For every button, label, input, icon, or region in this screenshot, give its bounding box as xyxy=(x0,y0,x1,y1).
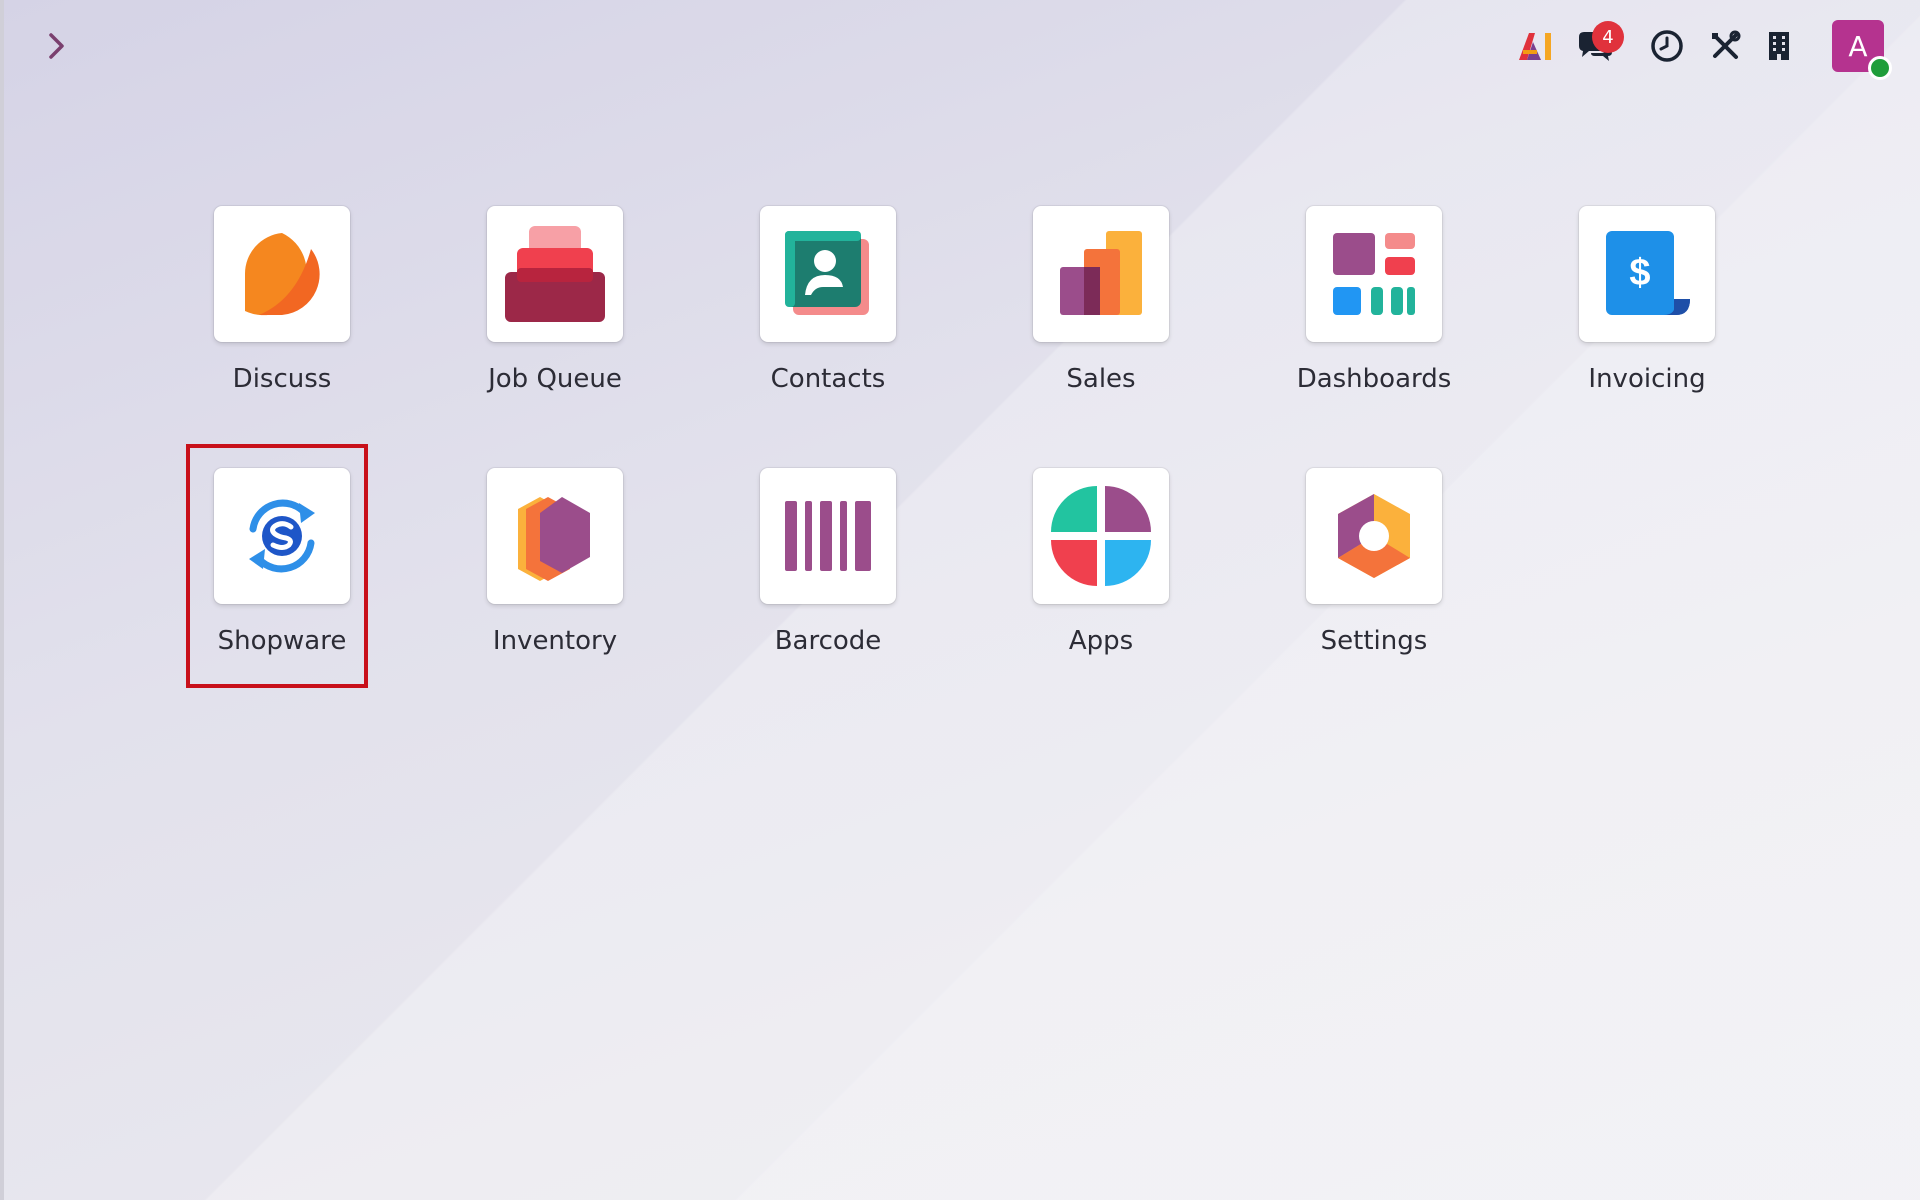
svg-text:$: $ xyxy=(1629,252,1650,294)
sales-icon xyxy=(1060,231,1142,315)
apps-icon xyxy=(1051,486,1151,586)
app-contacts[interactable]: Contacts xyxy=(728,196,928,426)
app-label: Dashboards xyxy=(1296,364,1452,394)
app-inventory[interactable]: Inventory xyxy=(455,458,655,688)
barcode-icon xyxy=(785,501,871,571)
app-apps[interactable]: Apps xyxy=(1001,458,1201,688)
app-job-queue[interactable]: Job Queue xyxy=(455,196,655,426)
app-icon-tile xyxy=(487,206,623,342)
shopware-icon xyxy=(249,499,315,573)
app-icon-tile xyxy=(1306,206,1442,342)
top-navbar: 4 A xyxy=(0,0,1920,92)
inventory-icon xyxy=(518,497,590,581)
app-invoicing[interactable]: $ Invoicing xyxy=(1547,196,1747,426)
app-sales[interactable]: Sales xyxy=(1001,196,1201,426)
building-icon xyxy=(1769,32,1789,60)
app-icon-tile xyxy=(1033,206,1169,342)
app-label: Discuss xyxy=(232,364,332,394)
app-discuss[interactable]: Discuss xyxy=(182,196,382,426)
app-icon-tile xyxy=(760,468,896,604)
messages-count-badge: 4 xyxy=(1592,21,1624,53)
app-label: Invoicing xyxy=(1588,364,1706,394)
app-label: Shopware xyxy=(217,626,347,656)
menu-toggle-button[interactable] xyxy=(36,26,76,66)
settings-icon xyxy=(1338,494,1410,578)
app-label: Sales xyxy=(1066,364,1136,394)
app-icon-tile xyxy=(487,468,623,604)
app-dashboards[interactable]: Dashboards xyxy=(1274,196,1474,426)
chevron-right-icon xyxy=(49,33,64,59)
contacts-icon xyxy=(785,231,869,315)
discuss-icon xyxy=(244,233,320,316)
app-label: Apps xyxy=(1068,626,1134,656)
systray: 4 A xyxy=(1504,0,1920,92)
clock-icon xyxy=(1651,30,1683,62)
app-label: Job Queue xyxy=(488,364,622,394)
app-icon-tile xyxy=(1306,468,1442,604)
job-queue-icon xyxy=(505,226,605,322)
tools-icon xyxy=(1712,30,1741,59)
app-barcode[interactable]: Barcode xyxy=(728,458,928,688)
company-switcher-button[interactable] xyxy=(1754,21,1804,71)
app-shopware[interactable]: Shopware xyxy=(182,458,382,688)
app-settings[interactable]: Settings xyxy=(1274,458,1474,688)
app-icon-tile xyxy=(214,206,350,342)
app-label: Barcode xyxy=(774,626,882,656)
messages-button[interactable]: 4 xyxy=(1570,21,1624,71)
activity-button[interactable] xyxy=(1642,21,1692,71)
app-icon-tile xyxy=(214,468,350,604)
app-label: Settings xyxy=(1320,626,1428,656)
app-icon-tile xyxy=(760,206,896,342)
dashboards-icon xyxy=(1333,233,1415,315)
left-edge-border xyxy=(0,0,4,1200)
presence-status-indicator xyxy=(1868,56,1892,80)
user-initial: A xyxy=(1848,29,1868,63)
app-label: Inventory xyxy=(492,626,618,656)
ai-logo-icon xyxy=(1519,33,1551,60)
app-label: Contacts xyxy=(770,364,886,394)
app-icon-tile xyxy=(1033,468,1169,604)
invoicing-icon: $ xyxy=(1606,231,1690,315)
user-avatar[interactable]: A xyxy=(1832,20,1892,80)
ai-button[interactable] xyxy=(1512,21,1562,71)
app-icon-tile: $ xyxy=(1579,206,1715,342)
debug-tools-button[interactable] xyxy=(1700,21,1750,71)
